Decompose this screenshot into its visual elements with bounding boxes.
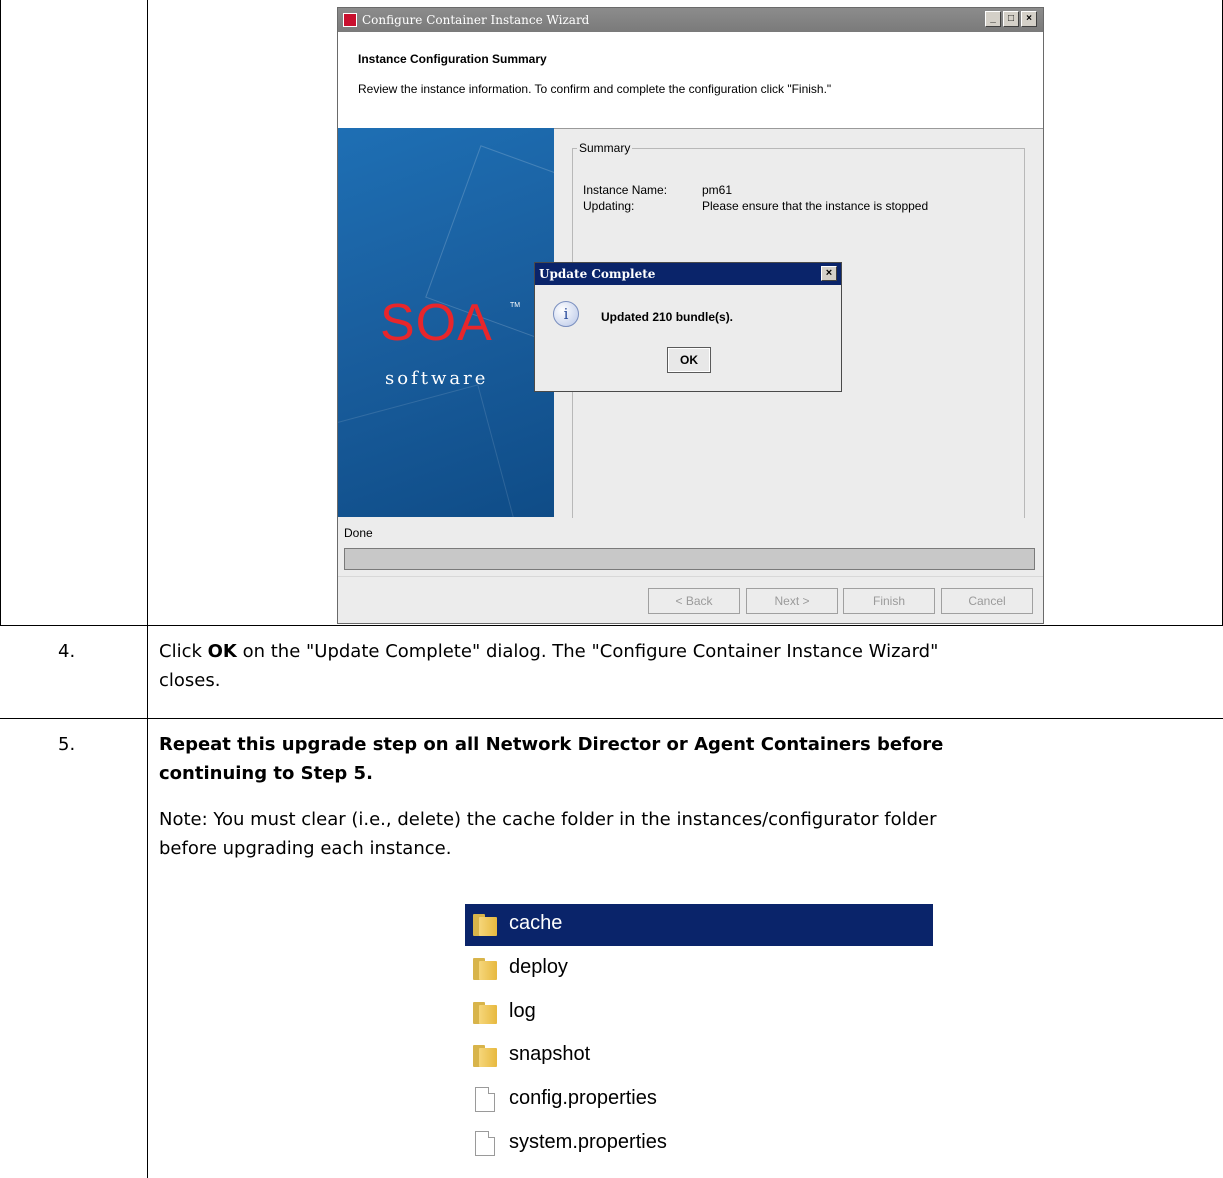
folder-icon bbox=[473, 1045, 497, 1067]
step-4-suffix: on the "Update Complete" dialog. The "Co… bbox=[236, 641, 939, 662]
updating-label: Updating: bbox=[583, 199, 635, 213]
cancel-button[interactable]: Cancel bbox=[941, 588, 1033, 614]
status-text: Done bbox=[344, 526, 373, 540]
update-complete-dialog: Update Complete × i Updated 210 bundle(s… bbox=[534, 262, 842, 392]
folder-icon bbox=[473, 958, 497, 980]
dialog-close-button[interactable]: × bbox=[821, 266, 837, 281]
brand-panel: SOA TM software bbox=[338, 128, 554, 517]
list-item[interactable]: log bbox=[465, 992, 933, 1034]
file-name: system.properties bbox=[509, 1131, 667, 1153]
next-button[interactable]: Next > bbox=[746, 588, 838, 614]
close-button[interactable]: × bbox=[1021, 11, 1037, 27]
row-divider-1 bbox=[0, 625, 1223, 626]
decorative-shape bbox=[338, 384, 515, 517]
step-number: 5. bbox=[58, 734, 76, 755]
list-item[interactable]: snapshot bbox=[465, 1035, 933, 1077]
step-4-ok-emphasis: OK bbox=[207, 641, 237, 662]
summary-legend: Summary bbox=[577, 141, 633, 155]
step-4-text: Click OK on the "Update Complete" dialog… bbox=[159, 637, 1214, 695]
maximize-button[interactable]: □ bbox=[1003, 11, 1019, 27]
step-4-prefix: Click bbox=[159, 641, 208, 662]
button-bar-divider bbox=[338, 576, 1043, 577]
wizard-header-description: Review the instance information. To conf… bbox=[358, 82, 832, 96]
info-icon: i bbox=[553, 301, 579, 327]
note-line2: before upgrading each instance. bbox=[159, 838, 452, 859]
trademark-mark: TM bbox=[510, 302, 521, 309]
note-line1: Note: You must clear (i.e., delete) the … bbox=[159, 809, 937, 830]
file-name: deploy bbox=[509, 956, 568, 978]
instance-name-label: Instance Name: bbox=[583, 183, 668, 197]
dialog-title-bar: Update Complete × bbox=[535, 263, 841, 285]
file-name: cache bbox=[509, 912, 563, 934]
finish-button[interactable]: Finish bbox=[843, 588, 935, 614]
brand-logo: SOA bbox=[380, 294, 493, 352]
table-column-divider bbox=[147, 0, 148, 1178]
wizard-title-bar: Configure Container Instance Wizard _ □ … bbox=[338, 8, 1043, 32]
back-button[interactable]: < Back bbox=[648, 588, 740, 614]
minimize-button[interactable]: _ bbox=[985, 11, 1001, 27]
file-icon bbox=[475, 1131, 495, 1156]
dialog-message: Updated 210 bundle(s). bbox=[601, 310, 734, 324]
updating-value: Please ensure that the instance is stopp… bbox=[702, 199, 929, 213]
dialog-title: Update Complete bbox=[539, 267, 656, 281]
wizard-title: Configure Container Instance Wizard bbox=[362, 13, 590, 27]
row-divider-2 bbox=[0, 718, 1223, 719]
folder-icon bbox=[473, 914, 497, 936]
table-left-border bbox=[0, 0, 1, 626]
file-name: config.properties bbox=[509, 1087, 657, 1109]
progress-bar bbox=[344, 548, 1035, 570]
file-icon bbox=[475, 1087, 495, 1112]
app-icon bbox=[343, 13, 357, 27]
folder-icon bbox=[473, 1002, 497, 1024]
list-item[interactable]: system.properties bbox=[465, 1123, 933, 1165]
document-table: Configure Container Instance Wizard _ □ … bbox=[0, 0, 1223, 1178]
step-5-instruction: Repeat this upgrade step on all Network … bbox=[159, 730, 1214, 788]
file-name: log bbox=[509, 1000, 536, 1022]
file-name: snapshot bbox=[509, 1043, 591, 1065]
brand-subtitle: software bbox=[385, 368, 489, 389]
list-item[interactable]: cache bbox=[465, 904, 933, 946]
wizard-header: Instance Configuration Summary Review th… bbox=[338, 32, 1043, 129]
instance-name-value: pm61 bbox=[702, 183, 733, 197]
step-4-line2: closes. bbox=[159, 670, 221, 691]
list-item[interactable]: deploy bbox=[465, 948, 933, 990]
list-item[interactable]: config.properties bbox=[465, 1079, 933, 1121]
step-5-line1: Repeat this upgrade step on all Network … bbox=[159, 734, 944, 755]
wizard-header-title: Instance Configuration Summary bbox=[358, 52, 547, 66]
step-5-line2: continuing to Step 5. bbox=[159, 763, 373, 784]
step-number: 4. bbox=[58, 641, 76, 662]
ok-button[interactable]: OK bbox=[667, 347, 711, 373]
step-5-note: Note: You must clear (i.e., delete) the … bbox=[159, 805, 1214, 863]
